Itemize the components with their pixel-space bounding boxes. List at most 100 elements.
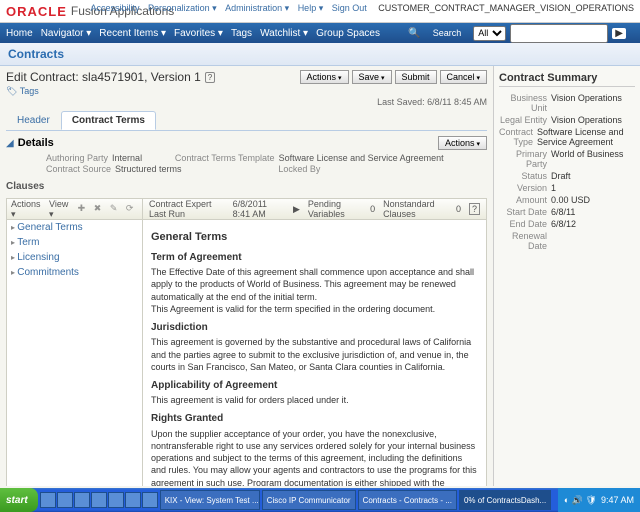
tree-licensing[interactable]: Licensing [7,250,142,265]
tb-contracts[interactable]: Contracts - Contracts - ... [358,490,457,510]
summary-val: Draft [551,171,571,181]
doc-p1b: This Agreement is valid for the term spe… [151,303,478,315]
doc-p1: The Effective Date of this agreement sha… [151,266,478,302]
refresh-icon[interactable]: ⟳ [126,203,138,216]
clauses-heading: Clauses [6,181,487,192]
pending-n: 0 [370,204,375,214]
summary-val: World of Business [551,149,623,169]
authoring-val: Internal [112,153,142,163]
summary-val: 6/8/11 [551,207,575,217]
expert-lbl: Contract Expert Last Run [149,199,225,219]
summary-lbl: Contract Type [499,127,533,147]
edit-icon[interactable]: ✎ [110,203,122,216]
doc-p4: Upon the supplier acceptance of your ord… [151,428,478,486]
cancel-button[interactable]: Cancel [440,70,487,84]
last-saved: Last Saved: 6/8/11 8:45 AM [6,97,487,107]
details-actions[interactable]: Actions [438,136,487,150]
oracle-logo: ORACLE [6,4,67,19]
doc-h5: Rights Granted [151,412,478,426]
details-heading: Details [18,137,54,149]
page-title: Edit Contract: sla4571901, Version 1 [6,70,201,84]
summary-title: Contract Summary [499,72,635,87]
source-val: Structured terms [115,164,182,174]
summary-val: Software License and Service Agreement [537,127,635,147]
doc-h2: Term of Agreement [151,251,478,265]
tree-commitments[interactable]: Commitments [7,265,142,280]
tab-header[interactable]: Header [6,111,61,130]
details-twisty[interactable]: ◢ [6,138,14,149]
clock: 9:47 AM [601,495,634,505]
summary-lbl: Amount [499,195,547,205]
add-icon[interactable]: ✚ [78,203,90,216]
user-role: CUSTOMER_CONTRACT_MANAGER_VISION_OPERATI… [378,3,634,13]
nav-navigator[interactable]: Navigator ▾ [41,28,92,39]
doc-h3: Jurisdiction [151,321,478,335]
summary-val: 6/8/12 [551,219,576,229]
help-icon[interactable]: ? [205,72,215,83]
tree-view[interactable]: View ▾ [49,199,74,220]
summary-lbl: Version [499,183,547,193]
ql-4[interactable] [91,492,107,508]
doc-p2: This agreement is governed by the substa… [151,336,478,372]
ql-3[interactable] [74,492,90,508]
doc-h1: General Terms [151,230,478,245]
search-scope[interactable]: All [473,26,506,41]
doc-h4: Applicability of Agreement [151,379,478,393]
summary-lbl: Business Unit [499,93,547,113]
start-button[interactable]: start [0,488,38,512]
link-signout[interactable]: Sign Out [332,3,367,13]
summary-lbl: Start Date [499,207,547,217]
expert-date: 6/8/2011 8:41 AM [233,199,285,219]
ql-1[interactable] [40,492,56,508]
search-input[interactable] [510,24,608,43]
submit-button[interactable]: Submit [395,70,437,84]
link-accessibility[interactable]: Accessibility [91,3,140,13]
link-personalization[interactable]: Personalization ▾ [148,3,217,13]
ql-5[interactable] [108,492,124,508]
nav-favorites[interactable]: Favorites ▾ [174,28,223,39]
source-lbl: Contract Source [46,164,111,174]
ql-2[interactable] [57,492,73,508]
summary-lbl: Renewal Date [499,231,547,251]
tab-contract-terms[interactable]: Contract Terms [61,111,156,130]
summary-val: Vision Operations [551,115,622,125]
ql-7[interactable] [142,492,158,508]
template-val: Software License and Service Agreement [279,153,444,163]
nav-watchlist[interactable]: Watchlist ▾ [260,28,308,39]
tags-link[interactable]: Tags [20,86,39,96]
ql-6[interactable] [125,492,141,508]
authoring-lbl: Authoring Party [46,153,108,163]
summary-val: 0.00 USD [551,195,590,205]
tree-term[interactable]: Term [7,235,142,250]
tray-icons[interactable]: ◐ 🔊 🛡 [564,495,597,506]
doc-p3: This agreement is valid for orders place… [151,394,478,406]
expert-run-icon[interactable]: ▶ [293,204,300,215]
pending-lbl: Pending Variables [308,199,362,219]
actions-button[interactable]: Actions [300,70,349,84]
nav-home[interactable]: Home [6,28,33,39]
nav-recent[interactable]: Recent Items ▾ [99,28,166,39]
delete-icon[interactable]: ✖ [94,203,106,216]
locked-lbl: Locked By [278,164,320,174]
search-go[interactable]: ▶ [612,28,626,39]
summary-val: 1 [551,183,556,193]
summary-lbl: Status [499,171,547,181]
tree-actions[interactable]: Actions ▾ [11,199,45,220]
nav-tags[interactable]: Tags [231,28,252,39]
nonstd-lbl: Nonstandard Clauses [383,199,448,219]
summary-val: Vision Operations [551,93,622,113]
save-button[interactable]: Save [352,70,392,84]
doc-help-icon[interactable]: ? [469,203,480,215]
tb-cisco[interactable]: Cisco IP Communicator [262,490,356,510]
tb-download[interactable]: 0% of ContractsDash... [459,490,551,510]
tree-general[interactable]: General Terms [7,220,142,235]
tb-kix[interactable]: KIX - View: System Test ... [160,490,260,510]
breadcrumb: Contracts [0,43,640,66]
link-administration[interactable]: Administration ▾ [225,3,289,13]
search-icon: 🔍 [408,28,420,39]
link-help[interactable]: Help ▾ [298,3,324,13]
summary-lbl: Legal Entity [499,115,547,125]
summary-lbl: End Date [499,219,547,229]
nonstd-n: 0 [456,204,461,214]
nav-groups[interactable]: Group Spaces [316,28,380,39]
